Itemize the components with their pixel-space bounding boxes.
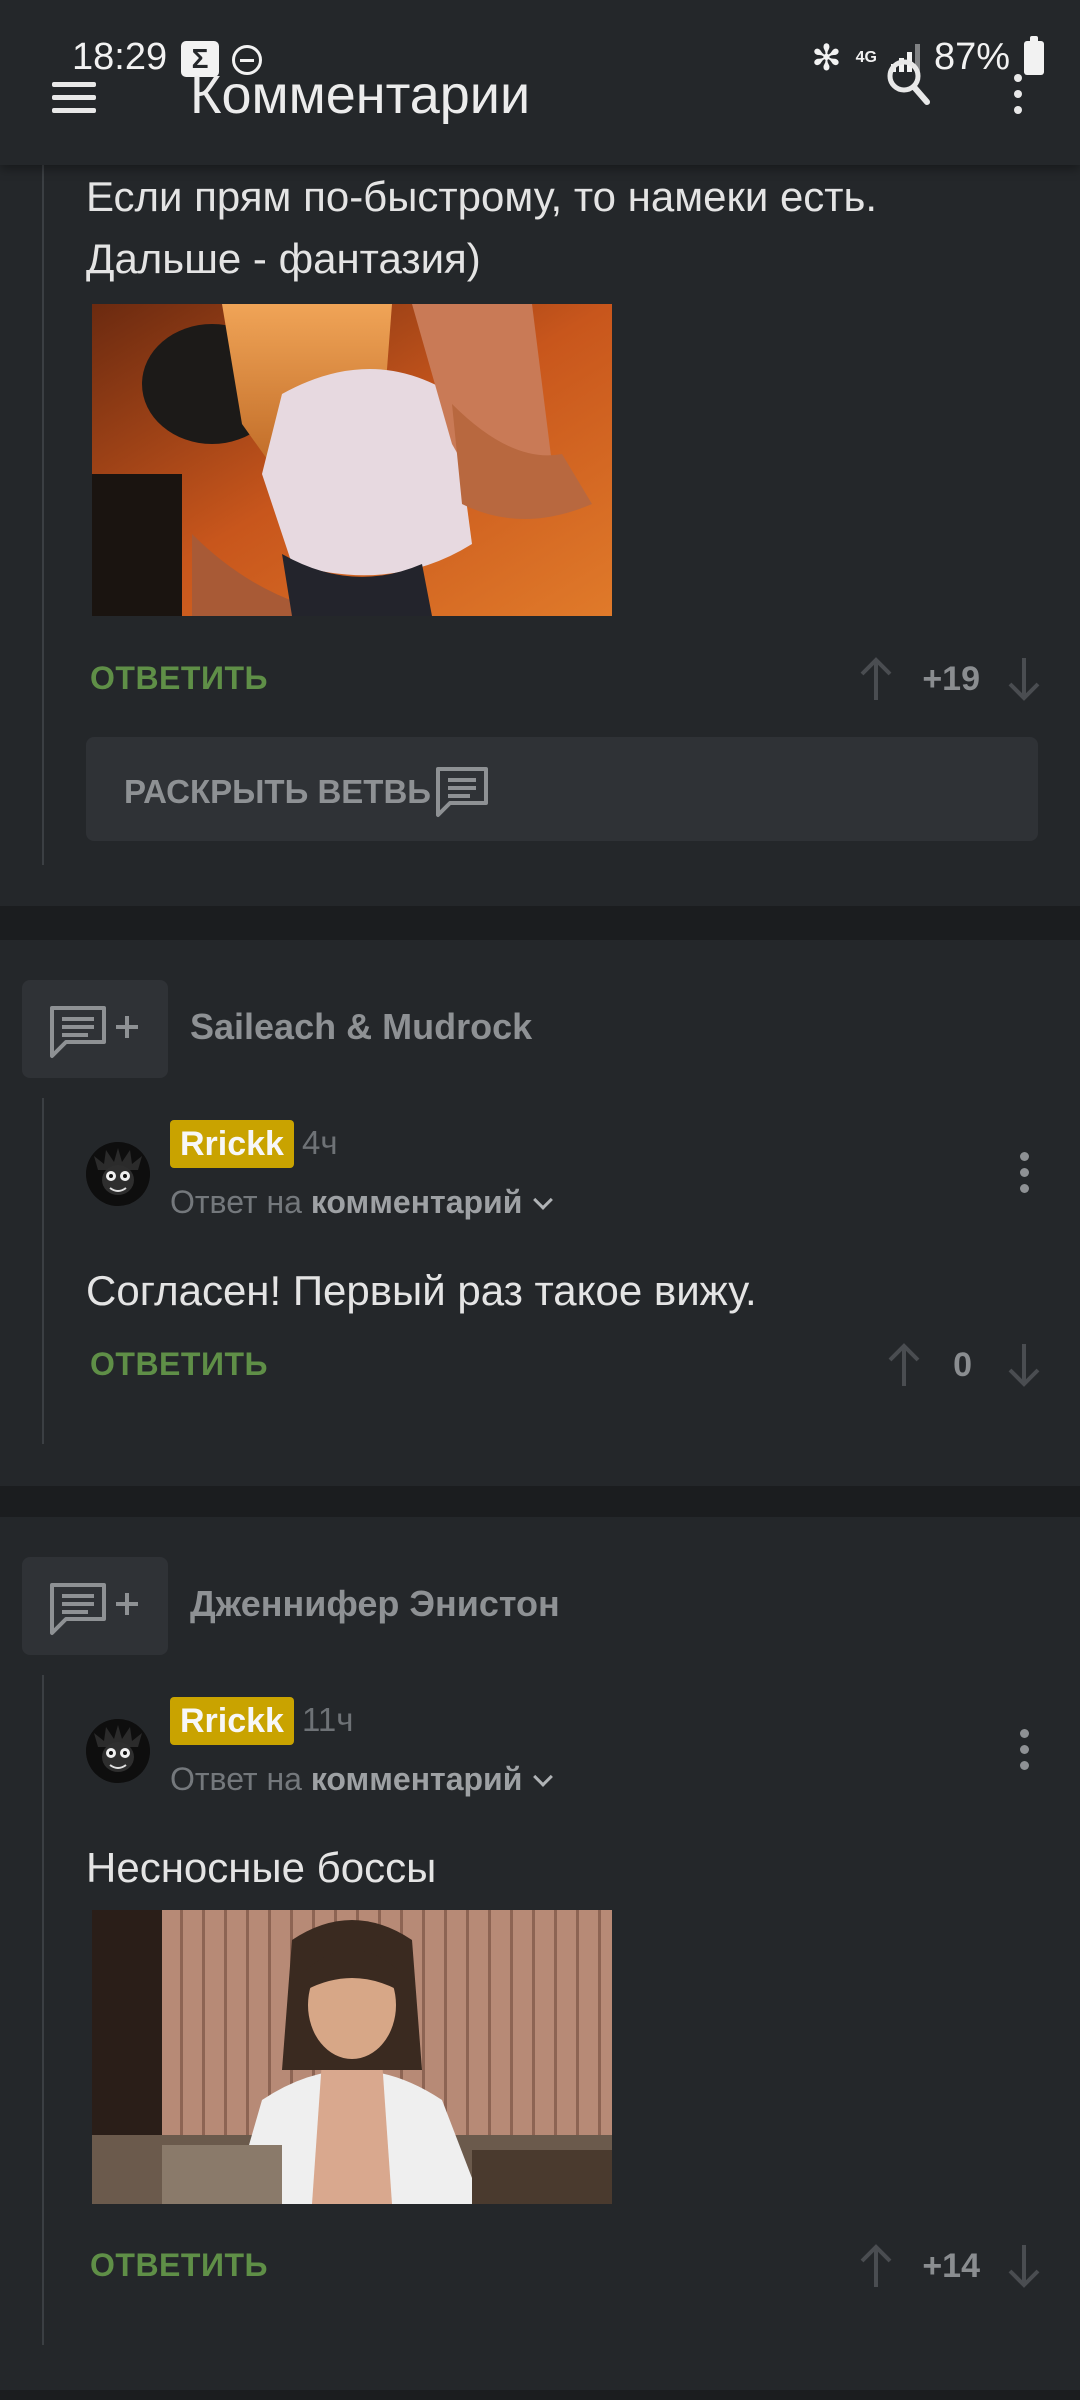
downvote-icon[interactable] bbox=[1004, 1342, 1044, 1388]
comment-time: 4ч bbox=[302, 1124, 338, 1161]
comment-menu-icon[interactable] bbox=[1018, 1729, 1030, 1777]
comment-card: Если прям по-быстрому, то намеки есть. Д… bbox=[0, 160, 1080, 906]
menu-icon[interactable] bbox=[52, 82, 96, 113]
show-parent-button[interactable] bbox=[22, 1557, 168, 1655]
comment-text: Согласен! Первый раз такое вижу. bbox=[86, 1267, 757, 1314]
avatar[interactable] bbox=[86, 1142, 150, 1206]
comment-add-icon bbox=[50, 1583, 138, 1635]
reply-to-prefix: Ответ на bbox=[170, 1184, 302, 1220]
battery-level: 87% bbox=[933, 36, 1010, 78]
reply-to-prefix: Ответ на bbox=[170, 1761, 302, 1797]
page-title: Комментарии bbox=[190, 65, 531, 125]
app-header: 18:29 Σ ✻ 4G 87% Комментарии bbox=[0, 0, 1080, 165]
reply-button[interactable]: ОТВЕТИТЬ bbox=[90, 1346, 268, 1383]
comment-bubble-icon bbox=[436, 767, 488, 817]
comment-time: 11ч bbox=[302, 1701, 354, 1738]
comment-add-icon bbox=[50, 1006, 138, 1058]
chevron-down-icon bbox=[533, 1767, 554, 1787]
username-badge[interactable]: Rrickk bbox=[170, 1697, 294, 1745]
comment-text: Если прям по-быстрому, то намеки есть. bbox=[86, 173, 878, 220]
reply-button[interactable]: ОТВЕТИТЬ bbox=[90, 2247, 268, 2284]
thread-line bbox=[42, 1675, 44, 2345]
expand-thread-button[interactable]: РАСКРЫТЬ ВЕТВЬ bbox=[86, 737, 1038, 841]
reply-to-target: комментарий bbox=[310, 1184, 523, 1220]
search-icon[interactable] bbox=[886, 58, 930, 108]
username-badge[interactable]: Rrickk bbox=[170, 1120, 294, 1168]
comment-card: Дженнифер Энистон Rrickk 11ч Ответ на ко… bbox=[0, 1517, 1080, 2390]
bluetooth-icon: ✻ bbox=[811, 36, 842, 78]
thread-line bbox=[42, 160, 44, 865]
comment-image[interactable] bbox=[92, 1910, 612, 2204]
comment-text: Дальше - фантазия) bbox=[86, 235, 481, 282]
expand-thread-label: РАСКРЫТЬ ВЕТВЬ bbox=[124, 773, 432, 810]
parent-comment-author[interactable]: Saileach & Mudrock bbox=[190, 1006, 532, 1048]
comment-score: +14 bbox=[922, 2247, 980, 2285]
downvote-icon[interactable] bbox=[1004, 2243, 1044, 2289]
network-type-icon: 4G bbox=[855, 48, 877, 66]
comment-score: +19 bbox=[922, 660, 980, 698]
status-time: 18:29 bbox=[72, 36, 168, 78]
comment-image[interactable] bbox=[92, 304, 612, 616]
parent-comment-author[interactable]: Дженнифер Энистон bbox=[190, 1583, 560, 1625]
reply-button[interactable]: ОТВЕТИТЬ bbox=[90, 660, 268, 697]
comment-menu-icon[interactable] bbox=[1018, 1152, 1030, 1200]
reply-to-link[interactable]: Ответ на комментарий bbox=[170, 1761, 554, 1798]
comment-card: Saileach & Mudrock Rrickk 4ч Ответ на ко… bbox=[0, 940, 1080, 1486]
more-options-icon[interactable] bbox=[1010, 74, 1026, 124]
avatar[interactable] bbox=[86, 1719, 150, 1783]
reply-to-link[interactable]: Ответ на комментарий bbox=[170, 1184, 554, 1221]
downvote-icon[interactable] bbox=[1004, 656, 1044, 702]
reply-to-target: комментарий bbox=[310, 1761, 523, 1797]
thread-line bbox=[42, 1098, 44, 1444]
show-parent-button[interactable] bbox=[22, 980, 168, 1078]
battery-icon bbox=[1024, 35, 1044, 75]
comment-text: Несносные боссы bbox=[86, 1844, 437, 1891]
chevron-down-icon bbox=[533, 1190, 554, 1210]
comment-score: 0 bbox=[953, 1346, 972, 1384]
